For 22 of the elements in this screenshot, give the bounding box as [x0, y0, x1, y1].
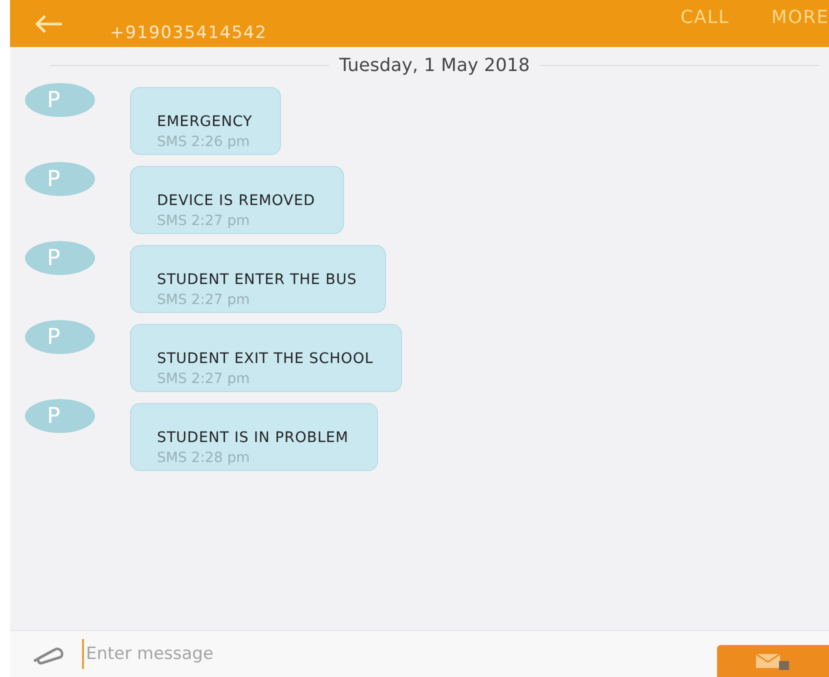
message-time: SMS 2:27 pm — [157, 292, 251, 308]
back-arrow-icon[interactable] — [34, 14, 64, 34]
avatar: P — [25, 162, 95, 196]
header-action[interactable]: MORE — [771, 7, 829, 28]
message-time: SMS 2:27 pm — [157, 213, 251, 229]
avatar: P — [25, 320, 95, 354]
date-divider: Tuesday, 1 May 2018 — [339, 55, 530, 76]
message-time: SMS 2:26 pm — [157, 134, 251, 150]
message-time: SMS 2:28 pm — [157, 450, 251, 466]
message-text: DEVICE IS REMOVED — [157, 193, 316, 209]
phone-number: +919035414542 — [110, 22, 268, 44]
avatar: P — [25, 241, 95, 275]
message-text: STUDENT ENTER THE BUS — [157, 272, 357, 288]
message-text: EMERGENCY — [157, 114, 252, 130]
send-icon — [755, 652, 791, 670]
message-time: SMS 2:27 pm — [157, 371, 251, 387]
message-text: STUDENT EXIT THE SCHOOL — [157, 351, 374, 367]
send-button[interactable] — [717, 645, 829, 677]
header-action[interactable]: CALL — [680, 7, 730, 28]
avatar: P — [25, 399, 95, 433]
avatar: P — [25, 83, 95, 117]
message-text: STUDENT IS IN PROBLEM — [157, 430, 349, 446]
